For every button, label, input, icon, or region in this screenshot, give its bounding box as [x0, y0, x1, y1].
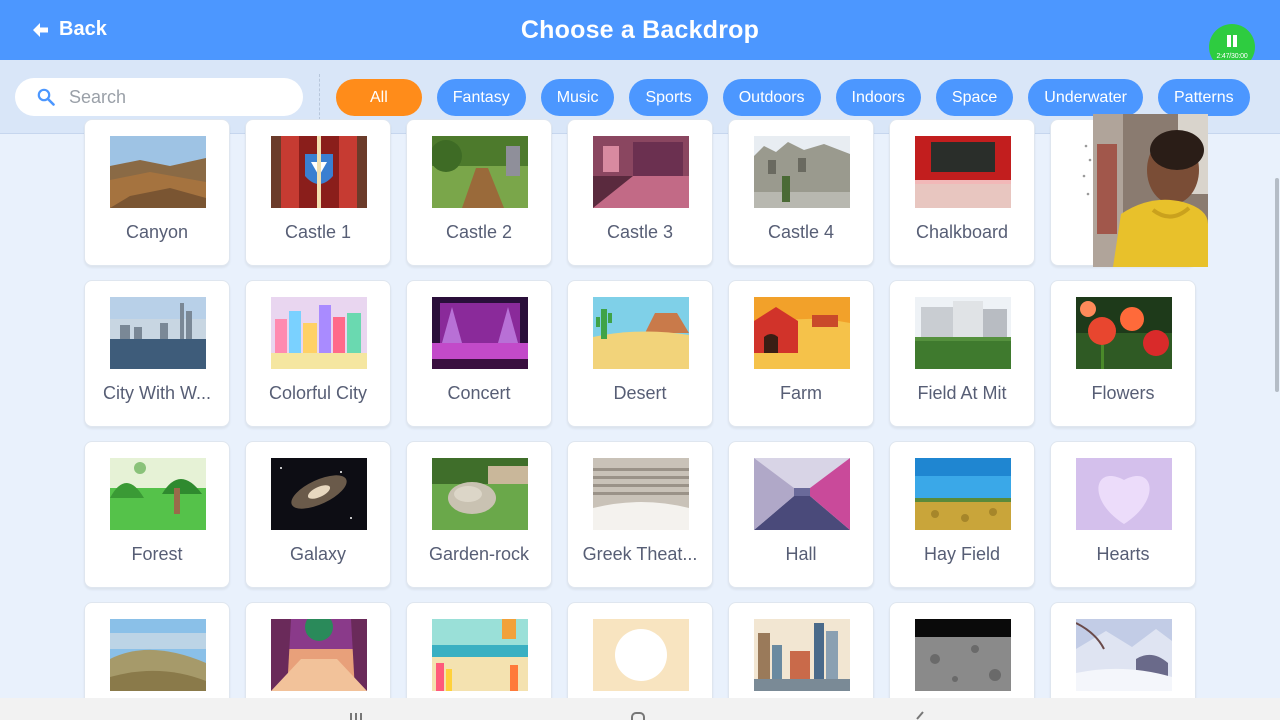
- backdrop-label: Farm: [780, 383, 822, 403]
- backdrop-thumbnail: [915, 619, 1011, 691]
- page-title: Choose a Backdrop: [520, 16, 760, 44]
- backdrop-thumbnail: [110, 136, 206, 208]
- backdrop-thumbnail: [432, 458, 528, 530]
- backdrop-label: Garden-rock: [428, 544, 530, 564]
- backdrop-thumbnail: [271, 297, 367, 369]
- backdrop-thumbnail: [432, 136, 528, 208]
- backdrop-card-castle2[interactable]: Castle 2: [406, 119, 552, 266]
- filter-divider: [319, 74, 320, 120]
- search-icon: [37, 88, 55, 106]
- backdrop-card-flowers[interactable]: Flowers: [1050, 280, 1196, 427]
- category-tab-fantasy[interactable]: Fantasy: [436, 79, 526, 116]
- backdrop-thumbnail: [110, 619, 206, 691]
- backdrop-label: Concert: [447, 383, 511, 403]
- category-tab-indoors[interactable]: Indoors: [835, 79, 921, 116]
- backdrop-label: Canyon: [125, 222, 189, 242]
- category-tabs: All Fantasy Music Sports Outdoors Indoors Spac…: [336, 79, 1250, 116]
- backdrop-card-hearts[interactable]: Hearts: [1050, 441, 1196, 588]
- backdrop-thumbnail: [271, 619, 367, 691]
- backdrop-card-castle4[interactable]: Castle 4: [728, 119, 874, 266]
- backdrop-card-hall[interactable]: Hall: [728, 441, 874, 588]
- backdrop-label: Greek Theat...: [582, 544, 698, 564]
- backdrop-thumbnail: [915, 297, 1011, 369]
- backdrop-thumbnail: [754, 136, 850, 208]
- backdrop-thumbnail: [754, 619, 850, 691]
- search-box[interactable]: [15, 78, 303, 116]
- backdrop-thumbnail: [593, 136, 689, 208]
- backdrop-label: City With W...: [103, 383, 211, 403]
- backdrop-card-forest[interactable]: Forest: [84, 441, 230, 588]
- scrollbar[interactable]: [1275, 178, 1279, 392]
- backdrop-label: Castle 4: [767, 222, 835, 242]
- backdrop-thumbnail: [915, 458, 1011, 530]
- backdrop-card-city[interactable]: City With W...: [84, 280, 230, 427]
- backdrop-thumbnail: [593, 458, 689, 530]
- backdrop-card-greek[interactable]: Greek Theat...: [567, 441, 713, 588]
- recent-apps-icon[interactable]: [349, 711, 363, 720]
- backdrop-thumbnail: [110, 297, 206, 369]
- backdrop-card-garden[interactable]: Garden-rock: [406, 441, 552, 588]
- backdrop-thumbnail: [271, 136, 367, 208]
- backdrop-thumbnail: [1076, 619, 1172, 691]
- backdrop-card-desert[interactable]: Desert: [567, 280, 713, 427]
- category-tab-all[interactable]: All: [336, 79, 422, 116]
- backdrop-card-castle3[interactable]: Castle 3: [567, 119, 713, 266]
- webcam-overlay: [1093, 114, 1208, 267]
- backdrop-thumbnail: [754, 458, 850, 530]
- backdrop-card-farm[interactable]: Farm: [728, 280, 874, 427]
- category-tab-outdoors[interactable]: Outdoors: [722, 79, 821, 116]
- recorder-time: 2:47/30:00: [1216, 53, 1248, 60]
- backdrop-thumbnail: [271, 458, 367, 530]
- backdrop-thumbnail: [593, 619, 689, 691]
- backdrop-label: Galaxy: [289, 544, 347, 564]
- backdrop-label: Castle 2: [445, 222, 513, 242]
- backdrop-label: Desert: [613, 383, 667, 403]
- home-icon[interactable]: [631, 711, 645, 720]
- backdrop-card-canyon[interactable]: Canyon: [84, 119, 230, 266]
- backdrop-card-chalkboard[interactable]: Chalkboard: [889, 119, 1035, 266]
- backdrop-card-field[interactable]: Field At Mit: [889, 280, 1035, 427]
- backdrop-card-concert[interactable]: Concert: [406, 280, 552, 427]
- backdrop-card-hay[interactable]: Hay Field: [889, 441, 1035, 588]
- backdrop-label: Chalkboard: [915, 222, 1009, 242]
- backdrop-thumbnail: [432, 619, 528, 691]
- backdrop-label: Field At Mit: [917, 383, 1007, 403]
- backdrop-thumbnail: [1076, 297, 1172, 369]
- backdrop-label: Flowers: [1091, 383, 1155, 403]
- category-tab-patterns[interactable]: Patterns: [1158, 79, 1250, 116]
- backdrop-thumbnail: [915, 136, 1011, 208]
- category-tab-space[interactable]: Space: [935, 79, 1014, 116]
- backdrop-label: Colorful City: [268, 383, 368, 403]
- backdrop-label: Castle 3: [606, 222, 674, 242]
- category-tab-music[interactable]: Music: [540, 79, 615, 116]
- search-input[interactable]: [69, 86, 269, 108]
- backdrop-thumbnail: [110, 458, 206, 530]
- category-tab-underwater[interactable]: Underwater: [1028, 79, 1143, 116]
- backdrop-label: Hay Field: [923, 544, 1001, 564]
- backdrop-label: Forest: [131, 544, 183, 564]
- backdrop-thumbnail: [1076, 458, 1172, 530]
- backdrop-thumbnail: [754, 297, 850, 369]
- backdrop-card-castle1[interactable]: Castle 1: [245, 119, 391, 266]
- android-nav-bar: [0, 698, 1280, 720]
- backdrop-label: Hearts: [1096, 544, 1150, 564]
- category-tab-sports[interactable]: Sports: [629, 79, 708, 116]
- backdrop-thumbnail: [432, 297, 528, 369]
- backdrop-card-colorful[interactable]: Colorful City: [245, 280, 391, 427]
- backdrop-thumbnail: [593, 297, 689, 369]
- backdrop-label: Hall: [785, 544, 817, 564]
- backdrop-card-galaxy[interactable]: Galaxy: [245, 441, 391, 588]
- nav-back-icon[interactable]: [913, 711, 927, 720]
- pause-icon: [1225, 35, 1239, 47]
- backdrop-label: Castle 1: [284, 222, 352, 242]
- header-bar: Back Choose a Backdrop: [0, 0, 1280, 60]
